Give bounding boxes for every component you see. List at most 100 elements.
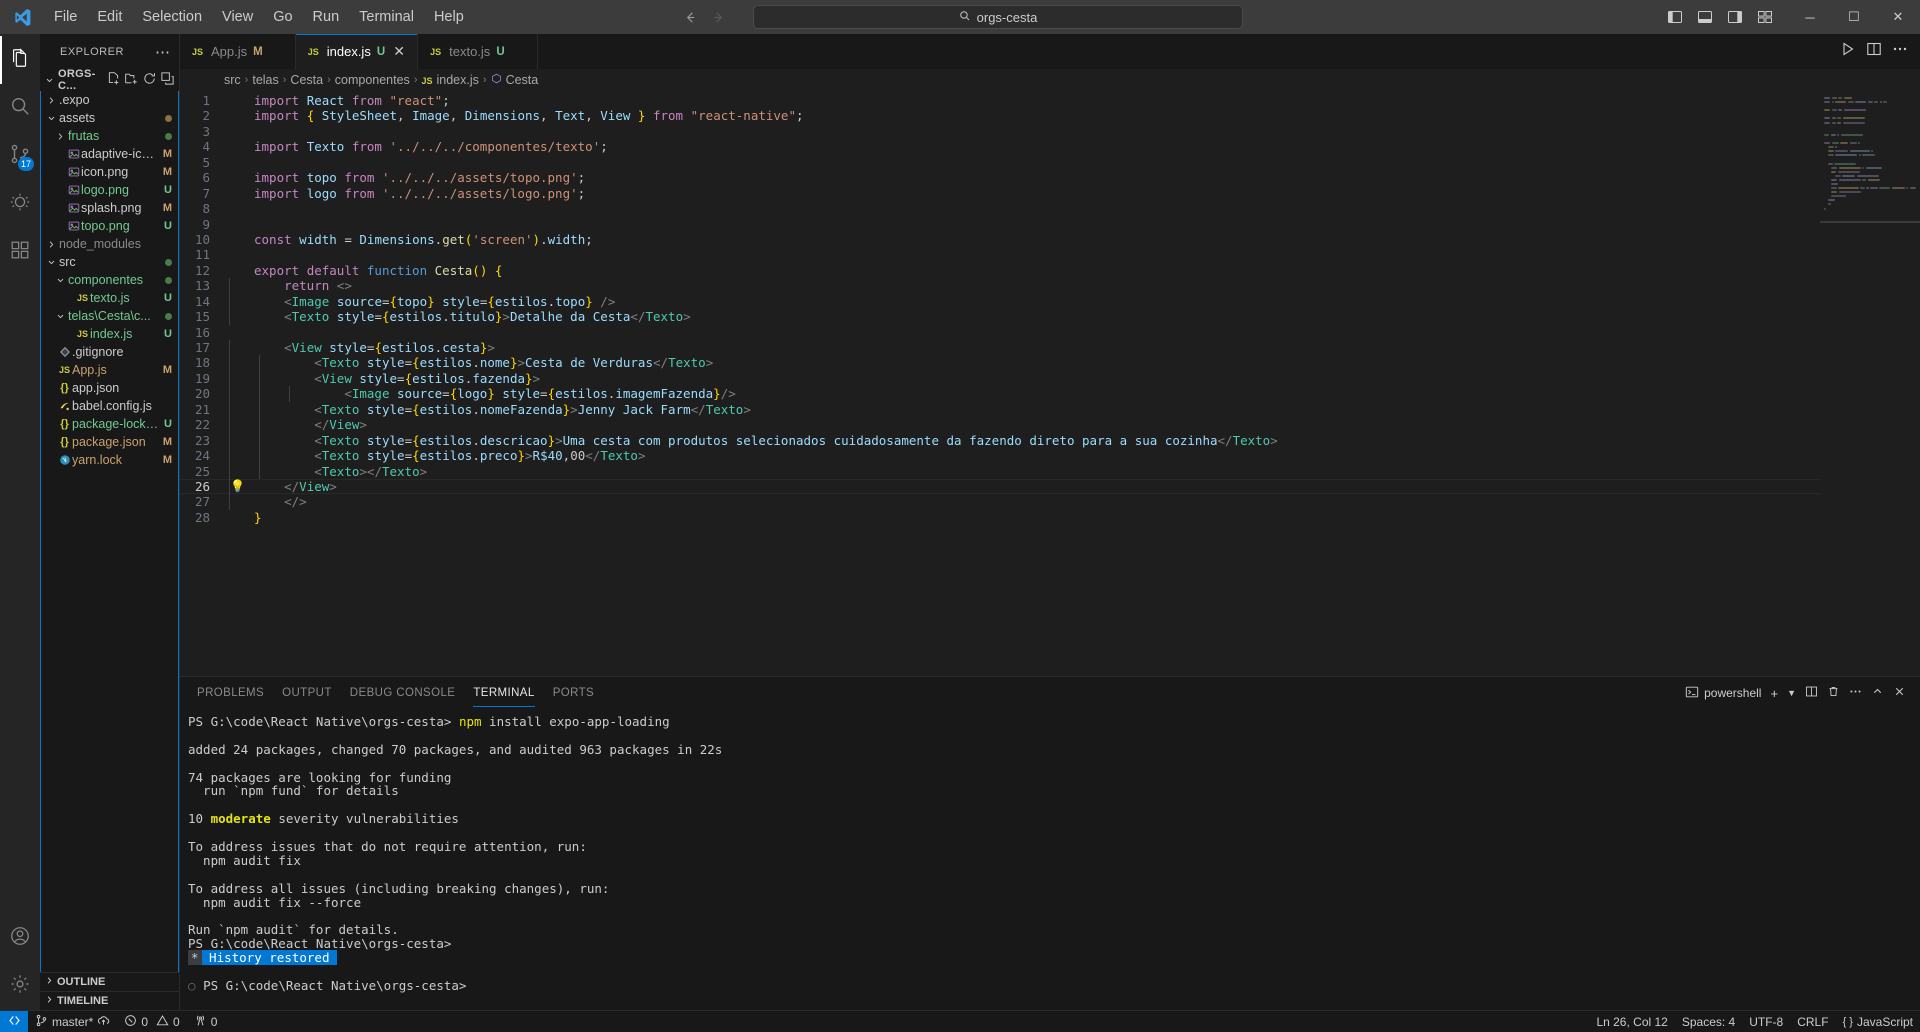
maximize-panel-icon[interactable] [1871, 685, 1884, 701]
menu-help[interactable]: Help [424, 0, 474, 34]
file-tree-item[interactable]: telas\Cesta\c... [41, 307, 178, 325]
panel-tab-problems[interactable]: PROBLEMS [188, 677, 273, 709]
menu-terminal[interactable]: Terminal [349, 0, 424, 34]
file-tree-item[interactable]: .gitignore [41, 343, 178, 361]
menu-edit[interactable]: Edit [87, 0, 132, 34]
sidebar-pane-outline[interactable]: OUTLINE [40, 972, 179, 991]
close-icon[interactable]: ✕ [391, 43, 407, 60]
status-cursor-position[interactable]: Ln 26, Col 12 [1589, 1011, 1674, 1032]
minimize-window-button[interactable]: ─ [1788, 0, 1832, 34]
minimap-slider[interactable] [1820, 221, 1920, 223]
file-tree-item[interactable]: splash.png M [41, 199, 178, 217]
status-eol[interactable]: CRLF [1790, 1011, 1835, 1032]
more-actions-icon[interactable] [1892, 41, 1908, 62]
menu-file[interactable]: File [44, 0, 87, 34]
breadcrumb[interactable]: src › telas › Cesta › componentes › JS index.js › C… [180, 69, 1920, 91]
close-window-button[interactable]: ✕ [1876, 0, 1920, 34]
panel-tab-debug-console[interactable]: DEBUG CONSOLE [341, 677, 465, 709]
editor-tab-texto-js[interactable]: JStexto.jsU✕ [418, 34, 538, 69]
new-folder-icon[interactable] [124, 71, 139, 89]
file-tree-item[interactable]: componentes [41, 271, 178, 289]
file-tree-item[interactable]: logo.png U [41, 181, 178, 199]
close-panel-icon[interactable] [1893, 685, 1906, 701]
panel-tab-ports[interactable]: PORTS [544, 677, 603, 709]
activitybar-item-run-and-debug[interactable] [0, 180, 40, 228]
minimap[interactable] [1820, 91, 1920, 676]
file-tree-item[interactable]: topo.png U [41, 217, 178, 235]
go-back-button[interactable] [677, 6, 703, 28]
status-indentation[interactable]: Spaces: 4 [1675, 1011, 1742, 1032]
split-terminal-icon[interactable] [1805, 685, 1818, 701]
chevron-down-icon[interactable] [46, 114, 57, 123]
new-file-icon[interactable] [106, 71, 121, 89]
refresh-icon[interactable] [142, 71, 157, 89]
activitybar-item-source-control[interactable]: 17 [0, 132, 40, 180]
file-tree-item[interactable]: {}package-lock.json U [41, 415, 178, 433]
code-surface[interactable]: 1 import React from "react"; 2 import { Sty… [180, 91, 1820, 676]
activitybar-item-explorer[interactable] [0, 36, 40, 84]
file-tree-item[interactable]: adaptive-icon.... M [41, 145, 178, 163]
collapse-all-icon[interactable] [160, 71, 175, 89]
status-branch[interactable]: master* [28, 1011, 117, 1032]
views-and-more-icon[interactable] [1849, 685, 1862, 701]
file-tree-item[interactable]: {} app.json [41, 379, 178, 397]
code-editor[interactable]: 1 import React from "react"; 2 import { Sty… [180, 91, 1920, 676]
new-terminal-icon[interactable]: + [1770, 686, 1778, 701]
activitybar-item-accounts[interactable] [0, 914, 40, 962]
code-content[interactable]: 1 import React from "react"; 2 import { Sty… [180, 91, 1820, 525]
activitybar-item-search[interactable] [0, 84, 40, 132]
editor-tab-App-js[interactable]: JSApp.jsM✕ [180, 34, 296, 69]
chevron-right-icon[interactable] [46, 96, 57, 105]
file-tree-item[interactable]: yarn.lock M [41, 451, 178, 469]
editor-tab-index-js[interactable]: JS index.js U ✕ [295, 34, 419, 69]
breadcrumb-item[interactable]: telas [252, 73, 278, 87]
breadcrumb-item[interactable]: Cesta [491, 73, 538, 87]
file-tree-item[interactable]: frutas [41, 127, 178, 145]
terminal-output[interactable]: PS G:\code\React Native\orgs-cesta> npm … [180, 709, 1920, 1010]
status-problems[interactable]: 0 0 [117, 1011, 186, 1032]
file-tree-item[interactable]: JS index.js U [41, 325, 178, 343]
toggle-secondary-sidebar-icon[interactable] [1722, 6, 1748, 28]
menu-selection[interactable]: Selection [132, 0, 212, 34]
toggle-panel-icon[interactable] [1692, 6, 1718, 28]
file-tree-item[interactable]: src [41, 253, 178, 271]
breadcrumb-item[interactable]: JS index.js [421, 73, 478, 87]
chevron-right-icon[interactable] [46, 240, 57, 249]
panel-tab-output[interactable]: OUTPUT [273, 677, 341, 709]
breadcrumb-item[interactable]: Cesta [290, 73, 323, 87]
breadcrumb-item[interactable]: componentes [335, 73, 410, 87]
status-language[interactable]: { } JavaScript [1836, 1011, 1920, 1032]
file-tree-item[interactable]: node_modules [41, 235, 178, 253]
panel-tab-terminal[interactable]: TERMINAL [464, 677, 543, 709]
go-forward-button[interactable] [705, 6, 731, 28]
kill-terminal-icon[interactable] [1827, 685, 1840, 701]
sidebar-pane-timeline[interactable]: TIMELINE [40, 991, 179, 1010]
terminal-shell-indicator[interactable]: powershell [1685, 685, 1761, 702]
maximize-window-button[interactable]: ☐ [1832, 0, 1876, 34]
menu-view[interactable]: View [212, 0, 263, 34]
activitybar-item-manage[interactable] [0, 962, 40, 1010]
menu-run[interactable]: Run [303, 0, 350, 34]
file-tree-item[interactable]: babel.config.js [41, 397, 178, 415]
file-tree-item[interactable]: JS App.js M [41, 361, 178, 379]
activitybar-item-extensions[interactable] [0, 228, 40, 276]
chevron-down-icon[interactable]: ▼ [1787, 688, 1796, 698]
menu-go[interactable]: Go [263, 0, 302, 34]
file-tree-item[interactable]: {} package.json M [41, 433, 178, 451]
ellipsis-icon[interactable]: ⋯ [155, 43, 171, 61]
chevron-down-icon[interactable] [46, 258, 57, 267]
customize-layout-icon[interactable] [1752, 6, 1778, 28]
command-center[interactable]: orgs-cesta [753, 5, 1243, 29]
breadcrumb-item[interactable]: src [224, 73, 241, 87]
file-tree-item[interactable]: JS texto.js U [41, 289, 178, 307]
remote-window-indicator[interactable] [0, 1010, 28, 1032]
file-tree[interactable]: .expo assets frutas adaptive-icon.... Micon.… [40, 91, 179, 972]
file-tree-item[interactable]: icon.png M [41, 163, 178, 181]
editor-tabs[interactable]: JSApp.jsM✕JSindex.jsU✕JStexto.jsU✕ [180, 34, 538, 69]
file-tree-item[interactable]: .expo [41, 91, 178, 109]
chevron-right-icon[interactable] [55, 132, 66, 141]
status-encoding[interactable]: UTF-8 [1742, 1011, 1790, 1032]
split-editor-icon[interactable] [1866, 41, 1882, 62]
chevron-down-icon[interactable] [55, 276, 66, 285]
status-ports[interactable]: 0 [187, 1011, 225, 1032]
